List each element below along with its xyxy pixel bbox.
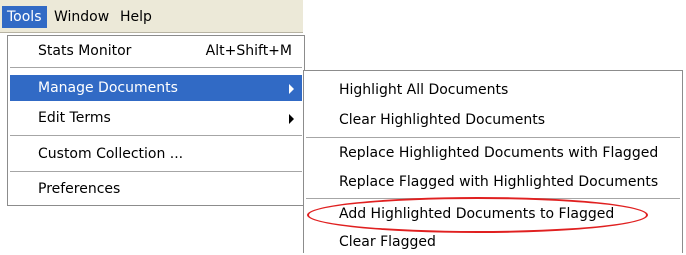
menu-item-label: Clear Flagged <box>339 234 436 250</box>
manage-documents-submenu: Highlight All Documents Clear Highlighte… <box>303 70 683 253</box>
submenu-arrow-icon <box>289 84 294 94</box>
menubar-tools[interactable]: Tools <box>2 6 47 28</box>
menu-item-stats-monitor[interactable]: Stats Monitor Alt+Shift+M <box>10 38 302 64</box>
menu-item-label: Replace Flagged with Highlighted Documen… <box>339 174 659 190</box>
menu-item-label: Add Highlighted Documents to Flagged <box>339 206 615 222</box>
menubar-help[interactable]: Help <box>115 6 157 28</box>
menu-separator <box>306 137 680 139</box>
menu-item-label: Manage Documents <box>38 80 178 96</box>
menu-item-label: Stats Monitor <box>38 43 132 59</box>
menu-item-label: Edit Terms <box>38 110 111 126</box>
menu-separator <box>10 135 302 137</box>
menu-item-label: Preferences <box>38 181 121 197</box>
menu-item-label: Custom Collection ... <box>38 146 184 162</box>
submenu-arrow-icon <box>289 114 294 124</box>
tools-menu: Stats Monitor Alt+Shift+M Manage Documen… <box>7 35 305 206</box>
menu-item-manage-documents[interactable]: Manage Documents <box>10 75 302 101</box>
menu-item-label: Clear Highlighted Documents <box>339 112 546 128</box>
menu-item-clear-highlighted-documents[interactable]: Clear Highlighted Documents <box>306 107 680 133</box>
menu-item-label: Highlight All Documents <box>339 82 509 98</box>
menu-item-replace-highlighted-with-flagged[interactable]: Replace Highlighted Documents with Flagg… <box>306 140 680 166</box>
menu-item-custom-collection[interactable]: Custom Collection ... <box>10 141 302 167</box>
menu-item-edit-terms[interactable]: Edit Terms <box>10 105 302 131</box>
shortcut-label: Alt+Shift+M <box>205 43 292 59</box>
menu-item-label: Replace Highlighted Documents with Flagg… <box>339 145 659 161</box>
menu-item-preferences[interactable]: Preferences <box>10 176 302 202</box>
menu-item-add-highlighted-to-flagged[interactable]: Add Highlighted Documents to Flagged <box>306 201 680 227</box>
menu-item-replace-flagged-with-highlighted[interactable]: Replace Flagged with Highlighted Documen… <box>306 169 680 195</box>
menu-separator <box>10 67 302 69</box>
menu-item-highlight-all-documents[interactable]: Highlight All Documents <box>306 77 680 103</box>
menubar-window[interactable]: Window <box>49 6 114 28</box>
menu-item-clear-flagged[interactable]: Clear Flagged <box>306 229 680 255</box>
menu-bar: Tools Window Help <box>0 0 303 33</box>
menu-separator <box>10 171 302 173</box>
menu-separator <box>306 198 680 200</box>
